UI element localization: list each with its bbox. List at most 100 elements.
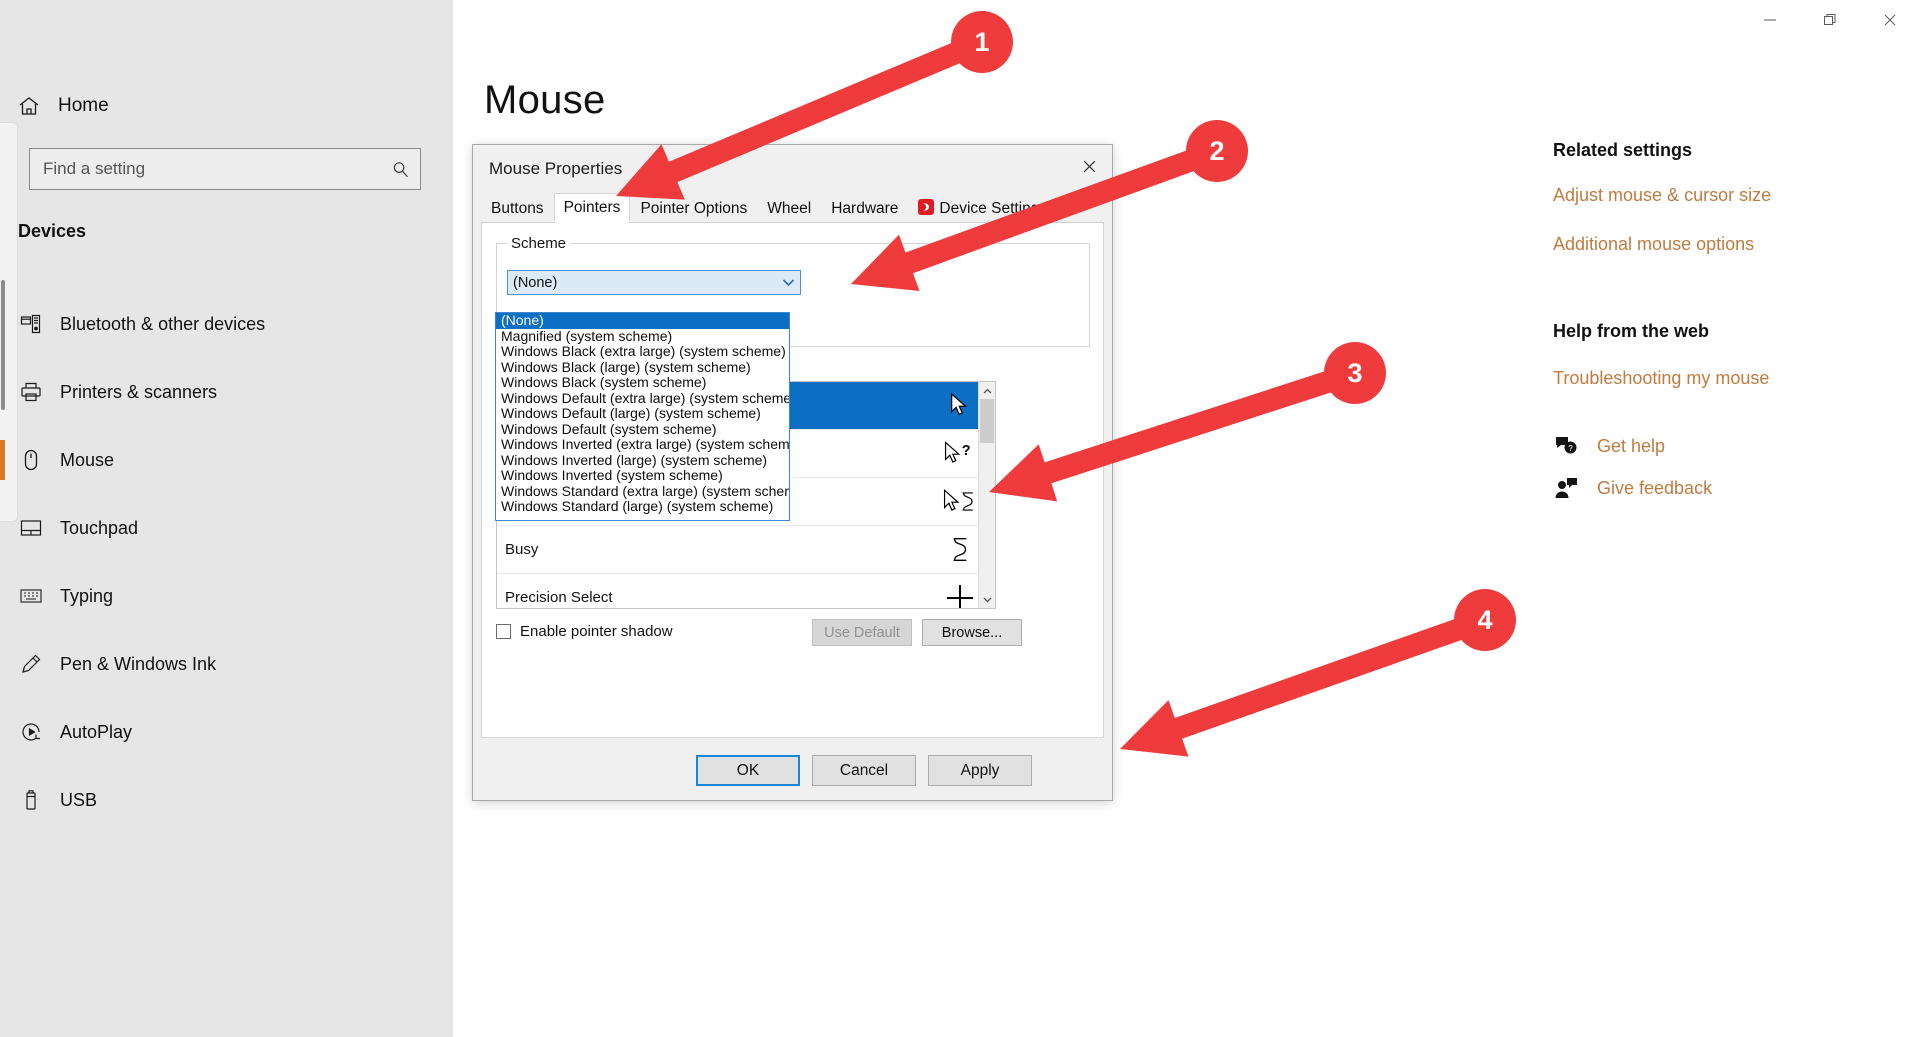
sidebar-item-touchpad[interactable]: Touchpad [0, 494, 453, 562]
dropdown-option[interactable]: Windows Black (large) (system scheme) [496, 359, 789, 376]
tab-label: Wheel [767, 200, 812, 217]
tab-label: Hardware [831, 200, 899, 217]
list-item[interactable]: Busy [497, 526, 995, 574]
link-get-help[interactable]: Get help [1597, 436, 1665, 457]
dialog-title: Mouse Properties [489, 159, 623, 178]
cursor-role-label: Precision Select [505, 589, 613, 606]
dialog-tab-strip: Buttons Pointers Pointer Options Wheel H… [481, 193, 1104, 223]
selection-accent [0, 576, 5, 616]
settings-sidebar: Home Find a setting Devices Bluetooth & … [0, 0, 453, 1037]
scheme-combobox[interactable]: (None) [507, 270, 801, 295]
dropdown-option[interactable]: Windows Default (extra large) (system sc… [496, 390, 789, 407]
close-icon[interactable] [1860, 0, 1920, 40]
tab-buttons[interactable]: Buttons [481, 196, 554, 222]
related-settings-heading: Related settings [1553, 140, 1693, 160]
home-icon [0, 94, 58, 118]
listbox-scrollbar[interactable] [978, 382, 995, 608]
sidebar-item-label: Pen & Windows Ink [60, 653, 217, 674]
ok-button[interactable]: OK [696, 755, 800, 786]
tab-hardware[interactable]: Hardware [821, 196, 908, 222]
sidebar-item-mouse[interactable]: Mouse [0, 426, 453, 494]
bluetooth-devices-icon [2, 312, 60, 336]
dropdown-option[interactable]: (None) [496, 313, 789, 329]
checkbox-label: Enable pointer shadow [520, 623, 673, 640]
list-item[interactable]: Precision Select [497, 574, 995, 608]
dropdown-option[interactable]: Windows Inverted (large) (system scheme) [496, 452, 789, 469]
tab-label: Pointers [563, 199, 621, 216]
selection-accent [0, 372, 5, 412]
scheme-group-label: Scheme [507, 235, 571, 252]
search-icon [380, 160, 420, 179]
dropdown-option[interactable]: Windows Inverted (extra large) (system s… [496, 436, 789, 453]
restore-icon[interactable] [1800, 0, 1860, 40]
get-help-row[interactable]: ? Get help [1553, 435, 1893, 457]
dropdown-option[interactable]: Windows Default (large) (system scheme) [496, 405, 789, 422]
usb-icon [2, 788, 60, 812]
cancel-button[interactable]: Cancel [812, 755, 916, 786]
sidebar-section-heading: Devices [18, 221, 87, 241]
sidebar-item-label: AutoPlay [60, 721, 133, 742]
chevron-down-icon[interactable] [776, 278, 800, 287]
annotation-marker-2: 2 [1186, 120, 1248, 182]
link-give-feedback[interactable]: Give feedback [1597, 478, 1712, 499]
printer-icon [2, 380, 60, 404]
tab-label: Device Settings [939, 200, 1048, 217]
link-troubleshooting-my-mouse[interactable]: Troubleshooting my mouse [1553, 368, 1893, 389]
pen-icon [2, 652, 60, 676]
cursor-role-label: Busy [505, 541, 539, 558]
search-placeholder: Find a setting [43, 159, 146, 178]
dropdown-option[interactable]: Magnified (system scheme) [496, 328, 789, 345]
browse-button[interactable]: Browse... [922, 619, 1022, 646]
annotation-arrow [1120, 609, 1489, 757]
dropdown-option[interactable]: Windows Default (system scheme) [496, 421, 789, 438]
sidebar-item-pen[interactable]: Pen & Windows Ink [0, 630, 453, 698]
tab-device-settings[interactable]: Device Settings [908, 196, 1057, 222]
autoplay-icon [2, 720, 60, 744]
dropdown-option[interactable]: Windows Black (system scheme) [496, 374, 789, 391]
keyboard-icon [2, 584, 60, 608]
tab-pointer-options[interactable]: Pointer Options [630, 196, 757, 222]
dropdown-option[interactable]: Windows Inverted (system scheme) [496, 467, 789, 484]
scheme-dropdown-list[interactable]: (None) Magnified (system scheme) Windows… [495, 312, 790, 521]
sidebar-item-label: Typing [60, 585, 114, 606]
chevron-down-icon[interactable] [979, 591, 995, 608]
checkbox-box[interactable] [496, 624, 511, 639]
sidebar-item-label: Printers & scanners [60, 381, 218, 402]
give-feedback-row[interactable]: Give feedback [1553, 477, 1893, 499]
selection-accent [0, 780, 5, 820]
tab-pointers[interactable]: Pointers [553, 193, 631, 223]
svg-text:?: ? [1568, 444, 1573, 453]
svg-text:?: ? [962, 443, 971, 459]
close-icon[interactable] [1066, 145, 1112, 187]
link-adjust-mouse-cursor-size[interactable]: Adjust mouse & cursor size [1553, 185, 1893, 206]
enable-pointer-shadow-checkbox[interactable]: Enable pointer shadow [496, 623, 673, 640]
sidebar-home-label: Home [58, 95, 109, 116]
related-settings-rail: Related settings Adjust mouse & cursor s… [1553, 140, 1893, 499]
elan-red-icon [918, 199, 935, 219]
sidebar-item-home[interactable]: Home [0, 83, 453, 129]
sidebar-item-typing[interactable]: Typing [0, 562, 453, 630]
apply-button[interactable]: Apply [928, 755, 1032, 786]
sidebar-item-bluetooth[interactable]: Bluetooth & other devices [0, 290, 453, 358]
annotation-marker-4: 4 [1454, 589, 1516, 651]
dropdown-option[interactable]: Windows Standard (extra large) (system s… [496, 483, 789, 500]
tab-wheel[interactable]: Wheel [757, 196, 821, 222]
sidebar-nav-list: Bluetooth & other devices Printers & sca… [0, 290, 453, 834]
help-chat-icon: ? [1553, 435, 1579, 457]
minimize-icon[interactable] [1740, 0, 1800, 40]
sidebar-item-usb[interactable]: USB [0, 766, 453, 834]
annotation-marker-3: 3 [1324, 342, 1386, 404]
sidebar-item-autoplay[interactable]: AutoPlay [0, 698, 453, 766]
search-input[interactable]: Find a setting [29, 148, 421, 190]
use-default-button[interactable]: Use Default [812, 619, 912, 646]
dialog-action-bar: OK Cancel Apply [473, 742, 1112, 800]
dropdown-option[interactable]: Windows Standard (large) (system scheme) [496, 498, 789, 515]
tab-label: Pointer Options [640, 200, 748, 217]
listbox-scrollbar-thumb[interactable] [980, 399, 994, 443]
dropdown-option[interactable]: Windows Black (extra large) (system sche… [496, 343, 789, 360]
page-title: Mouse [484, 78, 606, 122]
feedback-person-icon [1553, 477, 1579, 499]
link-additional-mouse-options[interactable]: Additional mouse options [1553, 234, 1893, 255]
chevron-up-icon[interactable] [979, 382, 995, 399]
sidebar-item-printers[interactable]: Printers & scanners [0, 358, 453, 426]
